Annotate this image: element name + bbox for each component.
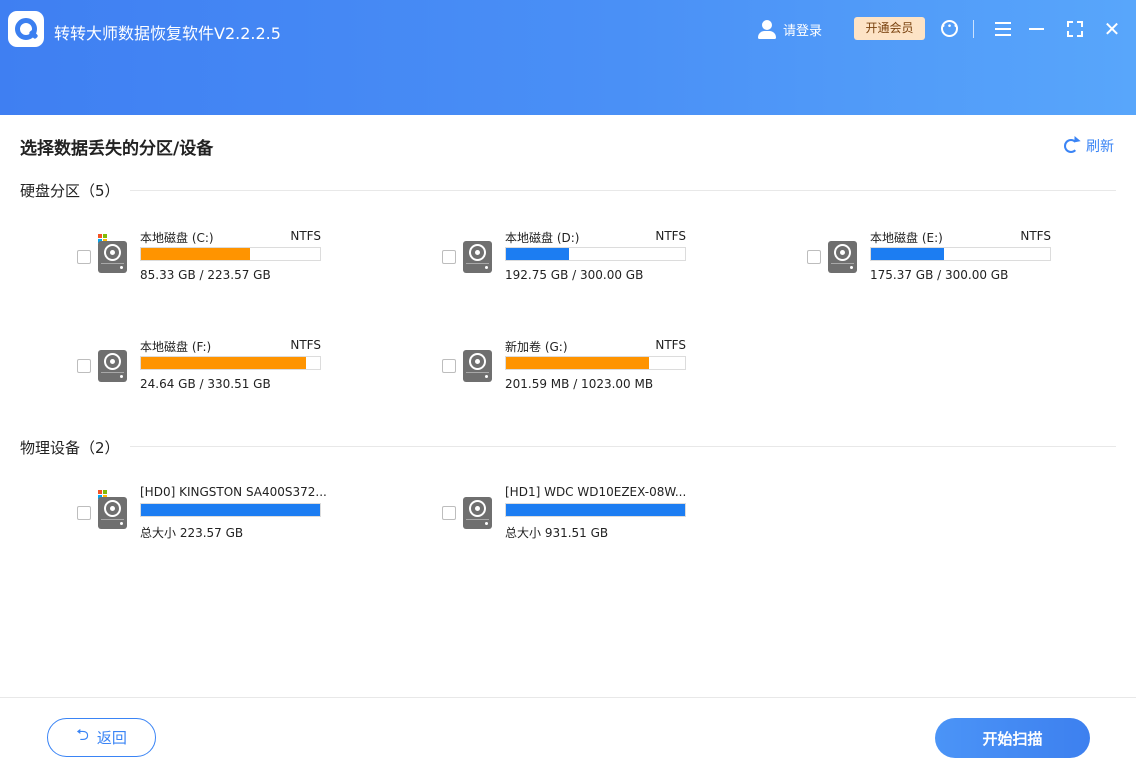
devices-section-label: 物理设备 — [20, 439, 81, 457]
partitions-section-count: （5） — [80, 182, 120, 200]
drive-size: 201.59 MB / 1023.00 MB — [505, 377, 654, 391]
devices-section-count: （2） — [80, 439, 120, 457]
usage-bar — [140, 503, 321, 517]
usage-bar — [140, 247, 321, 261]
usage-bar-fill — [506, 357, 650, 369]
usage-bar — [140, 356, 321, 370]
app-logo-icon — [8, 11, 44, 47]
drive-size: 24.64 GB / 330.51 GB — [140, 377, 271, 391]
drive-name: 本地磁盘 (F:) — [140, 340, 212, 354]
devices-section-title: 物理设备（2） — [20, 437, 120, 458]
drive-item[interactable]: 本地磁盘 (F:) NTFS 24.64 GB / 330.51 GB — [77, 334, 337, 394]
usage-bar — [870, 247, 1051, 261]
drive-size: 总大小 931.51 GB — [505, 526, 609, 540]
drive-item[interactable]: 本地磁盘 (E:) NTFS 175.37 GB / 300.00 GB — [807, 225, 1067, 285]
drive-checkbox[interactable] — [77, 250, 91, 264]
refresh-label: 刷新 — [1086, 139, 1114, 155]
drive-checkbox[interactable] — [442, 506, 456, 520]
hard-disk-icon — [463, 241, 492, 273]
hard-disk-icon — [98, 350, 127, 382]
usage-bar-fill — [141, 357, 306, 369]
maximize-icon[interactable] — [1064, 18, 1086, 40]
drive-name: 本地磁盘 (E:) — [870, 231, 943, 245]
header-divider — [973, 20, 974, 38]
drive-size: 175.37 GB / 300.00 GB — [870, 268, 1009, 282]
close-icon[interactable]: ✕ — [1101, 18, 1123, 40]
drive-size: 85.33 GB / 223.57 GB — [140, 268, 271, 282]
drive-name: [HD1] WDC WD10EZEX-08W... — [505, 485, 687, 499]
hard-disk-icon — [98, 241, 127, 273]
usage-bar-fill — [506, 248, 569, 260]
back-arrow-icon: ⮌ — [76, 725, 89, 744]
drive-checkbox[interactable] — [807, 250, 821, 264]
hard-disk-icon — [463, 497, 492, 529]
footer-divider — [0, 697, 1136, 698]
drive-name: 本地磁盘 (C:) — [140, 231, 214, 245]
refresh-button[interactable]: 刷新 — [1064, 136, 1114, 156]
menu-icon[interactable] — [992, 18, 1014, 40]
hard-disk-icon — [98, 497, 127, 529]
usage-bar — [505, 247, 686, 261]
usage-bar-fill — [871, 248, 945, 260]
drive-filesystem: NTFS — [290, 338, 321, 352]
drive-filesystem: NTFS — [655, 338, 686, 352]
drive-item[interactable]: 新加卷 (G:) NTFS 201.59 MB / 1023.00 MB — [442, 334, 702, 394]
customer-support-icon[interactable]: ••• — [939, 18, 961, 40]
section-divider — [130, 190, 1116, 191]
drive-checkbox[interactable] — [442, 359, 456, 373]
partitions-section-title: 硬盘分区（5） — [20, 180, 120, 201]
drive-name: 本地磁盘 (D:) — [505, 231, 580, 245]
drive-item[interactable]: [HD1] WDC WD10EZEX-08W... 总大小 931.51 GB — [442, 481, 702, 541]
usage-bar-fill — [141, 248, 251, 260]
refresh-icon — [1064, 139, 1078, 153]
drive-filesystem: NTFS — [1020, 229, 1051, 243]
drive-item[interactable]: 本地磁盘 (D:) NTFS 192.75 GB / 300.00 GB — [442, 225, 702, 285]
page-title: 选择数据丢失的分区/设备 — [20, 139, 214, 159]
back-button[interactable]: ⮌ 返回 — [47, 718, 156, 757]
drive-filesystem: NTFS — [655, 229, 686, 243]
app-title: 转转大师数据恢复软件V2.2.2.5 — [54, 24, 281, 43]
drive-filesystem: NTFS — [290, 229, 321, 243]
back-label: 返回 — [96, 729, 127, 747]
title-bar: 转转大师数据恢复软件V2.2.2.5 请登录 开通会员 ••• ✕ — [0, 0, 1136, 115]
partitions-section-label: 硬盘分区 — [20, 182, 81, 200]
login-button[interactable]: 请登录 — [757, 18, 822, 40]
drive-name: [HD0] KINGSTON SA400S372... — [140, 485, 327, 499]
usage-bar-fill — [141, 504, 320, 516]
user-icon — [757, 19, 777, 39]
minimize-icon[interactable] — [1026, 18, 1048, 40]
usage-bar — [505, 503, 686, 517]
drive-item[interactable]: 本地磁盘 (C:) NTFS 85.33 GB / 223.57 GB — [77, 225, 337, 285]
start-scan-button[interactable]: 开始扫描 — [935, 718, 1090, 758]
hard-disk-icon — [828, 241, 857, 273]
drive-checkbox[interactable] — [77, 506, 91, 520]
section-divider — [130, 446, 1116, 447]
drive-size: 192.75 GB / 300.00 GB — [505, 268, 644, 282]
drive-checkbox[interactable] — [442, 250, 456, 264]
usage-bar-fill — [506, 504, 685, 516]
drive-size: 总大小 223.57 GB — [140, 526, 244, 540]
login-label: 请登录 — [783, 23, 823, 39]
drive-item[interactable]: [HD0] KINGSTON SA400S372... 总大小 223.57 GB — [77, 481, 337, 541]
hard-disk-icon — [463, 350, 492, 382]
vip-button[interactable]: 开通会员 — [854, 17, 925, 40]
usage-bar — [505, 356, 686, 370]
drive-checkbox[interactable] — [77, 359, 91, 373]
drive-name: 新加卷 (G:) — [505, 340, 568, 354]
